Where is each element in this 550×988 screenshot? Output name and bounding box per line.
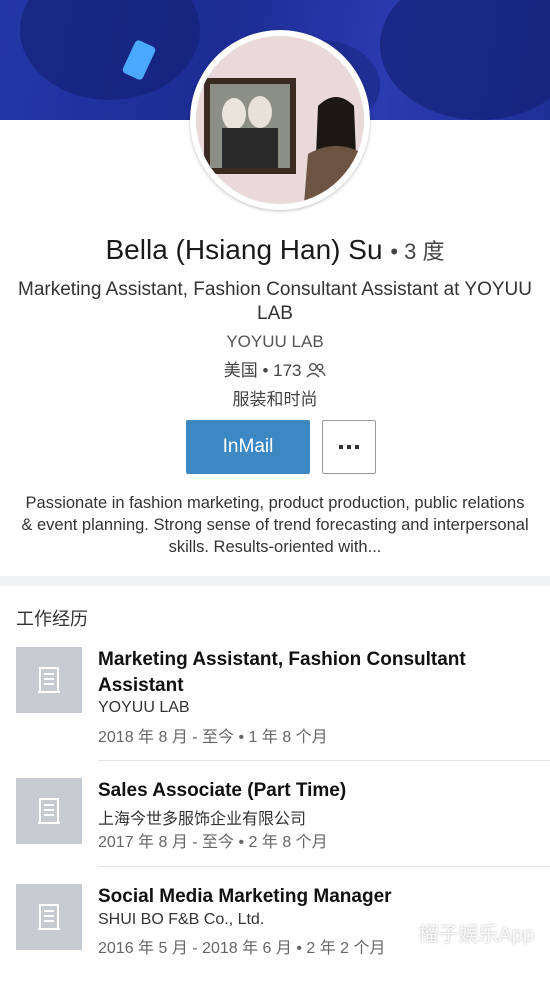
- profile-location[interactable]: 美国 • 173: [0, 356, 550, 381]
- inmail-button[interactable]: InMail: [186, 420, 310, 474]
- profile-summary[interactable]: Passionate in fashion marketing, product…: [18, 492, 532, 558]
- job-title: Sales Associate (Part Time): [98, 780, 347, 801]
- building-icon: [38, 667, 60, 693]
- location-connections: 美国 • 173: [223, 361, 302, 380]
- profile-headline: Marketing Assistant, Fashion Consultant …: [18, 279, 532, 324]
- experience-section-title: 工作经历: [16, 609, 88, 629]
- job-title: Marketing Assistant, Fashion Consultant …: [98, 649, 466, 696]
- job-title: Social Media Marketing Manager: [98, 886, 392, 907]
- profile-company[interactable]: YOYUU LAB: [0, 332, 550, 352]
- job-dates: 2017 年 8 月 - 至今 • 2 年 8 个月: [98, 834, 328, 851]
- job-company: SHUI BO F&B Co., Ltd.: [98, 911, 265, 928]
- profile-photo[interactable]: [190, 30, 370, 210]
- section-divider: [0, 576, 550, 586]
- profile-industry: 服装和时尚: [232, 390, 318, 409]
- watermark: 榴子娱乐App: [418, 924, 534, 946]
- item-separator: [98, 866, 550, 867]
- company-logo-placeholder: [16, 778, 82, 844]
- building-icon: [38, 904, 60, 930]
- company-logo-placeholder: [16, 647, 82, 713]
- item-separator: [98, 760, 550, 761]
- building-icon: [38, 798, 60, 824]
- profile-name: Bella (Hsiang Han) Su: [105, 234, 383, 265]
- more-button[interactable]: [322, 420, 376, 474]
- more-dots-icon: [339, 445, 343, 449]
- connection-degree: • 3 度: [390, 239, 445, 264]
- job-company: YOYUU LAB: [98, 699, 190, 716]
- job-company: 上海今世多服饰企业有限公司: [98, 811, 307, 828]
- company-logo-placeholder: [16, 884, 82, 950]
- job-dates: 2018 年 8 月 - 至今 • 1 年 8 个月: [98, 729, 328, 746]
- experience-item[interactable]: Marketing Assistant, Fashion Consultant …: [0, 647, 550, 751]
- job-dates: 2016 年 5 月 - 2018 年 6 月 • 2 年 2 个月: [98, 940, 386, 957]
- profile-name-line: Bella (Hsiang Han) Su • 3 度: [0, 234, 550, 266]
- connections-icon: [306, 363, 326, 378]
